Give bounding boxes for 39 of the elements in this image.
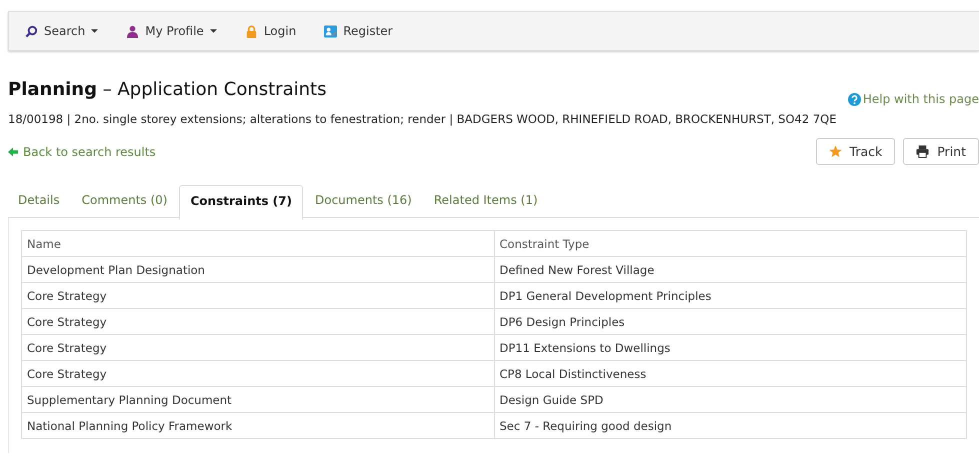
nav-link[interactable]: My Profile	[126, 24, 217, 38]
printer-icon	[916, 145, 930, 158]
table-cell: Core Strategy	[22, 334, 494, 360]
table-cell: DP11 Extensions to Dwellings	[494, 334, 966, 360]
column-header: Constraint Type	[494, 230, 966, 256]
table-cell: National Planning Policy Framework	[22, 412, 494, 438]
application-summary: 18/00198 | 2no. single storey extensions; alterations to fenestration; render | BADGERS WOOD, RHINEFIELD ROAD, BROCKENHURST, SO42 7QE	[8, 112, 838, 126]
table-cell: Development Plan Designation	[22, 256, 494, 282]
tab[interactable]: Related Items (1)	[424, 185, 548, 217]
help-link[interactable]: Help with this page	[848, 92, 979, 106]
back-link[interactable]: Back to search results	[8, 144, 156, 158]
tab[interactable]: Comments (0)	[72, 185, 178, 217]
table-cell: CP8 Local Distinctiveness	[494, 360, 966, 386]
table-cell: Core Strategy	[22, 360, 494, 386]
table-cell: Core Strategy	[22, 308, 494, 334]
column-header: Name	[22, 230, 494, 256]
nav-link[interactable]: Register	[324, 24, 393, 38]
tab[interactable]: Documents (16)	[305, 185, 422, 217]
table-cell: Defined New Forest Village	[494, 256, 966, 282]
register-card-icon	[324, 24, 338, 38]
user-icon	[126, 24, 140, 38]
table-cell: Design Guide SPD	[494, 386, 966, 412]
star-icon	[828, 145, 842, 158]
table-cell: Supplementary Planning Document	[22, 386, 494, 412]
table-cell: Core Strategy	[22, 282, 494, 308]
page-title: Planning – Application Constraints	[8, 79, 326, 100]
table-cell: DP6 Design Principles	[494, 308, 966, 334]
tab[interactable]: Constraints (7)	[179, 185, 303, 220]
table-cell: DP1 General Development Principles	[494, 282, 966, 308]
left-arrow-icon	[8, 146, 18, 156]
nav-link[interactable]: Login	[244, 24, 296, 38]
tab[interactable]: Details	[8, 185, 70, 217]
nav-link[interactable]: Search	[25, 24, 98, 38]
help-icon	[848, 92, 861, 106]
padlock-icon	[244, 24, 258, 38]
track-button[interactable]: Track	[816, 138, 896, 165]
search-icon	[25, 24, 38, 38]
print-button[interactable]: Print	[903, 138, 979, 165]
table-cell: Sec 7 - Requiring good design	[494, 412, 966, 438]
